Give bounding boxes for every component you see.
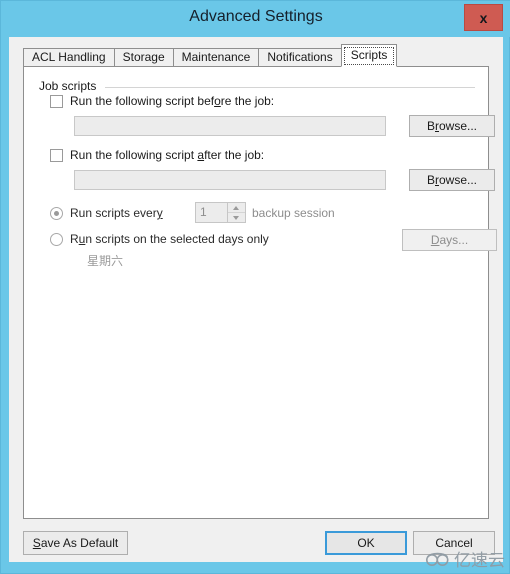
run-script-before-label: Run the following script before the job: — [70, 94, 275, 108]
close-icon: x — [479, 10, 488, 26]
window-title: Advanced Settings — [189, 8, 323, 25]
tab-notifications[interactable]: Notifications — [258, 48, 342, 67]
run-scripts-every-label: Run scripts every — [70, 206, 163, 220]
after-script-path-input[interactable] — [74, 170, 386, 190]
browse-label: Browse... — [426, 119, 478, 133]
run-scripts-every-radio-row[interactable]: Run scripts every — [50, 206, 163, 220]
selected-days-text: 星期六 — [87, 254, 124, 268]
days-button[interactable]: Days... — [402, 229, 497, 251]
ok-button[interactable]: OK — [325, 531, 407, 555]
spinner-buttons — [227, 203, 245, 222]
ok-label: OK — [357, 536, 375, 550]
save-as-default-label: Save As Default — [32, 536, 119, 550]
save-as-default-button[interactable]: Save As Default — [23, 531, 128, 555]
run-script-before-checkbox[interactable] — [50, 94, 63, 108]
spinner-up-icon[interactable] — [228, 203, 245, 213]
client-area: ACL Handling Storage Maintenance Notific… — [9, 37, 503, 562]
interval-unit-label: backup session — [252, 206, 335, 220]
run-script-after-label: Run the following script after the job: — [70, 148, 265, 162]
tab-label: Storage — [122, 50, 165, 64]
spinner-down-icon[interactable] — [228, 213, 245, 222]
run-scripts-days-radio-row[interactable]: Run scripts on the selected days only — [50, 232, 269, 246]
job-scripts-legend: Job scripts — [39, 79, 103, 93]
run-scripts-every-radio[interactable] — [50, 206, 63, 220]
cancel-label: Cancel — [435, 536, 473, 550]
run-script-after-checkbox[interactable] — [50, 148, 63, 162]
close-button[interactable]: x — [464, 4, 503, 31]
after-script-browse-button[interactable]: Browse... — [409, 169, 495, 191]
tab-acl-handling[interactable]: ACL Handling — [23, 48, 115, 67]
run-scripts-days-radio[interactable] — [50, 232, 63, 246]
tab-label: Scripts — [350, 48, 388, 62]
interval-value[interactable]: 1 — [196, 203, 227, 222]
before-script-path-input[interactable] — [74, 116, 386, 136]
tab-strip: ACL Handling Storage Maintenance Notific… — [23, 44, 398, 67]
scripts-tab-panel: Job scripts Run the following script bef… — [23, 66, 497, 519]
before-script-browse-button[interactable]: Browse... — [409, 115, 495, 137]
run-script-after-checkbox-row[interactable]: Run the following script after the job: — [50, 148, 264, 162]
cancel-button[interactable]: Cancel — [413, 531, 495, 555]
tab-label: Notifications — [267, 50, 333, 64]
days-label: Days... — [430, 233, 469, 247]
title-bar: Advanced Settings x — [1, 1, 510, 37]
tab-label: Maintenance — [181, 50, 251, 64]
tab-label: ACL Handling — [32, 50, 106, 64]
group-divider — [105, 87, 475, 88]
tab-scripts[interactable]: Scripts — [340, 44, 398, 67]
tab-storage[interactable]: Storage — [113, 48, 174, 67]
advanced-settings-window: Advanced Settings x ACL Handling Storage… — [0, 0, 510, 574]
interval-spinner[interactable]: 1 — [195, 202, 246, 223]
run-scripts-days-label: Run scripts on the selected days only — [70, 232, 269, 246]
run-script-before-checkbox-row[interactable]: Run the following script before the job: — [50, 94, 274, 108]
tab-maintenance[interactable]: Maintenance — [172, 48, 260, 67]
browse-label: Browse... — [426, 173, 478, 187]
